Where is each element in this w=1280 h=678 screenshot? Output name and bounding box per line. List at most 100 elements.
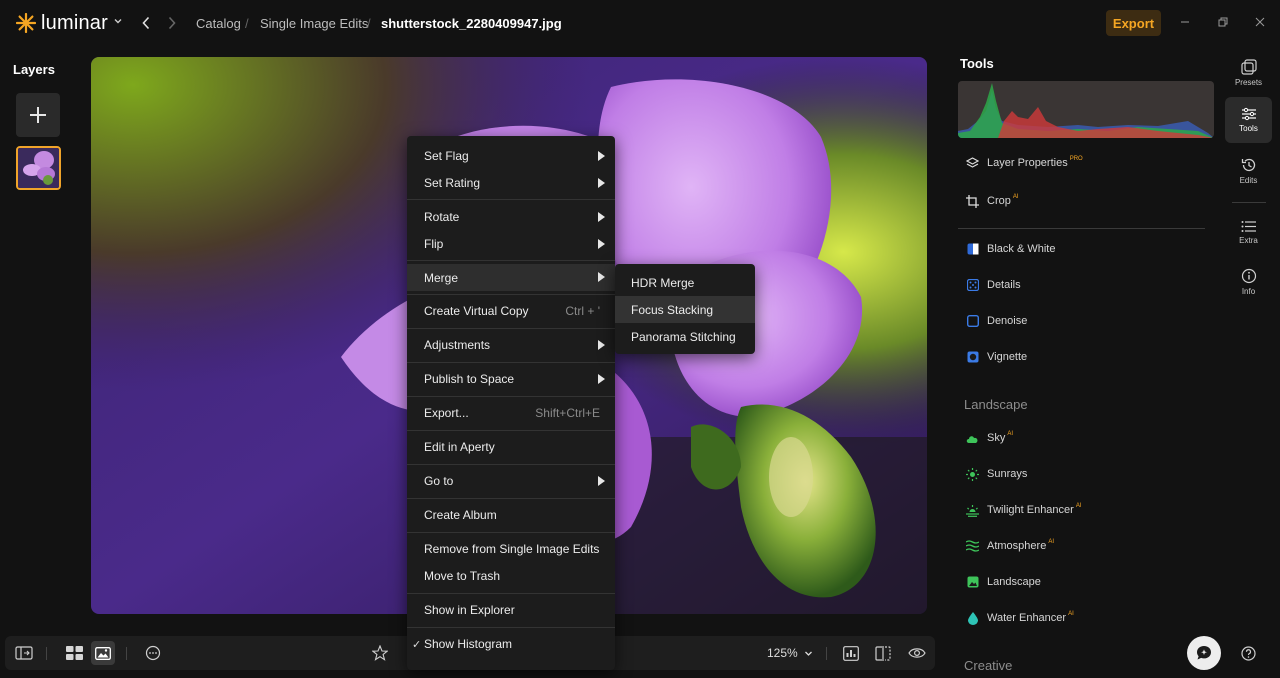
menu-item-export[interactable]: Export... Shift+Ctrl+E [407,400,615,426]
submenu-arrow-icon [598,151,605,161]
rail-extra[interactable]: Extra [1225,209,1272,255]
tool-details[interactable]: Details [966,276,1021,294]
compare-button[interactable] [871,641,895,665]
menu-item-move-to-trash[interactable]: Move to Trash [407,563,615,589]
breadcrumb-single-image-edits[interactable]: Single Image Edits [260,16,368,31]
tool-label: Details [987,279,1021,291]
close-button[interactable] [1250,12,1270,32]
info-icon [1241,268,1256,284]
creative-section-title[interactable]: Creative [964,658,1012,673]
menu-separator [407,199,615,200]
chevron-down-icon[interactable] [113,16,123,26]
menu-item-go-to[interactable]: Go to [407,468,615,494]
black-white-icon [966,243,979,256]
rating-button[interactable] [368,641,392,665]
submenu-item-hdr-merge[interactable]: HDR Merge [615,269,755,296]
checkmark-icon: ✓ [412,638,422,651]
menu-item-set-rating[interactable]: Set Rating [407,170,615,196]
assistant-chat-button[interactable] [1187,636,1221,670]
landscape-image-icon [966,576,979,589]
toolbar-divider [46,647,47,660]
plus-icon [30,107,46,123]
submenu-item-panorama-stitching[interactable]: Panorama Stitching [615,323,755,350]
menu-item-merge[interactable]: Merge [407,264,615,291]
tool-landscape[interactable]: Landscape [966,573,1041,591]
menu-item-create-album[interactable]: Create Album [407,502,615,528]
droplet-icon [966,611,979,625]
landscape-section-title[interactable]: Landscape [964,397,1028,412]
tool-label: Denoise [987,315,1028,327]
rail-presets[interactable]: Presets [1225,50,1272,96]
chevron-right-icon [168,16,176,30]
rail-tools[interactable]: Tools [1225,97,1272,143]
submenu-item-focus-stacking[interactable]: Focus Stacking [615,296,755,323]
image-icon [95,646,111,660]
zoom-value: 125% [767,646,798,660]
back-button[interactable] [138,14,154,32]
pro-badge: PRO [1069,156,1083,162]
more-options-button[interactable] [141,641,165,665]
chevron-left-icon [142,16,150,30]
tool-vignette[interactable]: Vignette [966,348,1027,366]
histogram-toggle-button[interactable] [839,641,863,665]
tool-label: Layer Properties [987,157,1068,169]
app-name: luminar [41,11,108,34]
menu-item-label: Set Rating [424,176,481,190]
forward-button[interactable] [164,14,180,32]
menu-separator [407,294,615,295]
tool-layer-properties[interactable]: Layer Properties PRO [966,154,1083,172]
rail-edits[interactable]: Edits [1225,148,1272,194]
menu-separator [407,328,615,329]
tool-sky[interactable]: Sky AI [966,429,1013,447]
cloud-icon [966,432,979,445]
layer-thumbnail[interactable] [16,146,61,190]
menu-separator [407,627,615,628]
submenu-arrow-icon [598,340,605,350]
toggle-panel-button[interactable] [12,641,36,665]
submenu-arrow-icon [598,476,605,486]
menu-item-publish-to-space[interactable]: Publish to Space [407,366,615,392]
breadcrumb-catalog[interactable]: Catalog [196,16,241,31]
restore-button[interactable] [1213,12,1233,32]
sliders-icon [1241,107,1256,121]
single-view-button[interactable] [91,641,115,665]
help-button[interactable] [1240,645,1256,661]
menu-item-set-flag[interactable]: Set Flag [407,143,615,169]
details-icon [966,279,979,292]
minimize-button[interactable] [1175,12,1195,32]
tool-water-enhancer[interactable]: Water Enhancer AI [966,609,1074,627]
rail-label: Edits [1239,176,1258,185]
menu-item-flip[interactable]: Flip [407,231,615,257]
preview-button[interactable] [905,641,929,665]
menu-separator [407,498,615,499]
tool-atmosphere[interactable]: Atmosphere AI [966,537,1054,555]
presets-icon [1240,59,1257,75]
menu-item-edit-in-aperty[interactable]: Edit in Aperty [407,434,615,460]
menu-item-remove-from-single-image-edits[interactable]: Remove from Single Image Edits [407,536,615,562]
tool-label: Twilight Enhancer [987,504,1074,516]
menu-item-adjustments[interactable]: Adjustments [407,332,615,358]
luminar-window: luminar Catalog / Single Image Edits / s… [0,0,1280,678]
menu-item-rotate[interactable]: Rotate [407,204,615,230]
menu-item-create-virtual-copy[interactable]: Create Virtual Copy Ctrl + ' [407,298,615,324]
sunset-icon [966,504,979,517]
list-icon [1241,220,1256,232]
tool-black-white[interactable]: Black & White [966,240,1055,258]
tools-divider [958,228,1205,229]
menu-item-show-histogram[interactable]: ✓ Show Histogram [407,631,615,657]
tool-denoise[interactable]: Denoise [966,312,1027,330]
ai-badge: AI [1048,539,1054,545]
menu-item-show-in-explorer[interactable]: Show in Explorer [407,597,615,623]
sidebar-toggle-icon [15,646,33,660]
tool-sunrays[interactable]: Sunrays [966,465,1027,483]
app-logo[interactable]: luminar [16,9,108,37]
histogram-graph [958,83,1214,138]
tool-crop[interactable]: Crop AI [966,192,1019,210]
menu-item-label: Export... [424,406,469,420]
export-button[interactable]: Export [1106,10,1161,36]
rail-info[interactable]: Info [1225,259,1272,305]
grid-view-button[interactable] [62,641,86,665]
zoom-selector[interactable]: 125% [767,646,813,660]
add-layer-button[interactable] [16,93,60,137]
tool-twilight-enhancer[interactable]: Twilight Enhancer AI [966,501,1082,519]
